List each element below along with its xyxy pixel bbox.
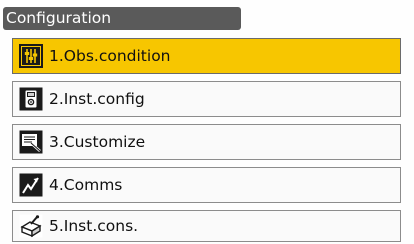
- instrument-constants-icon: [18, 213, 44, 239]
- menu-item-obs-condition[interactable]: 1.Obs.condition: [12, 38, 401, 74]
- menu-item-comms[interactable]: 4.Comms: [12, 167, 401, 203]
- menu-item-label: 3.Customize: [49, 133, 146, 151]
- customize-icon: [18, 129, 44, 155]
- instrument-config-icon: [18, 86, 44, 112]
- menu-item-inst-config[interactable]: 2.Inst.config: [12, 81, 401, 117]
- obs-condition-icon: [18, 43, 44, 69]
- menu-item-label: 5.Inst.cons.: [49, 217, 139, 235]
- menu-item-customize[interactable]: 3.Customize: [12, 124, 401, 160]
- configuration-menu: 1.Obs.condition 2.Inst.config 3.Customiz…: [0, 38, 414, 242]
- screen-title: Configuration: [3, 7, 241, 30]
- comms-icon: [18, 172, 44, 198]
- menu-item-label: 1.Obs.condition: [49, 47, 171, 65]
- menu-item-inst-cons[interactable]: 5.Inst.cons.: [12, 210, 401, 242]
- menu-item-label: 4.Comms: [49, 176, 123, 194]
- menu-item-label: 2.Inst.config: [49, 90, 145, 108]
